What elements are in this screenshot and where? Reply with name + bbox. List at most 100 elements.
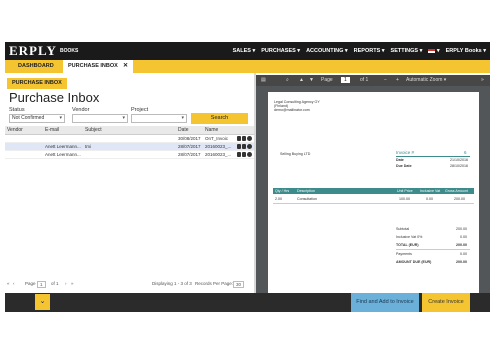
row-actions (237, 152, 252, 157)
next-page-button[interactable]: › (65, 281, 67, 286)
prev-page-icon[interactable]: ▲ (299, 77, 304, 83)
payments-value: 0.00 (460, 252, 467, 256)
line-unit-price: 100.00 (399, 197, 410, 201)
expand-chevron-icon[interactable]: ⌄ (35, 294, 50, 310)
close-tab-icon[interactable]: ✕ (123, 60, 128, 73)
line-gross: 200.00 (454, 197, 465, 201)
pdf-page-input[interactable]: 1 (341, 77, 350, 83)
info-icon[interactable] (247, 152, 252, 157)
vendor-select[interactable]: ▾ (72, 114, 128, 123)
row-actions (237, 144, 252, 149)
total-label: TOTAL (EUR) (396, 243, 419, 247)
erply-logo[interactable]: ERPLY (9, 44, 57, 58)
chevron-down-icon: ▾ (122, 115, 125, 121)
column-name[interactable]: Name (205, 126, 218, 135)
cell-name: 20160023_... (205, 152, 232, 157)
subtab-purchase-inbox[interactable]: PURCHASE INBOX (7, 78, 67, 89)
date-label: Date (396, 158, 404, 162)
search-icon[interactable]: ⌕ (286, 77, 289, 83)
table-row[interactable]: Anett Leermann... 28/07/2017 20160023_..… (5, 151, 254, 159)
download-icon[interactable] (237, 144, 241, 149)
cell-name: OnT_Invoic (205, 136, 229, 141)
zoom-in-icon[interactable]: + (396, 77, 399, 83)
grid-header: Vendor E-mail Subject Date Name (5, 126, 254, 135)
menu-reports[interactable]: REPORTS ▾ (354, 48, 385, 54)
last-page-button[interactable]: » (71, 281, 74, 286)
menu-purchases[interactable]: PURCHASES ▾ (261, 48, 300, 54)
invoice-table-header: Qty / Hrs Description Unit Price Inclusi… (273, 188, 474, 194)
trash-icon[interactable] (242, 136, 246, 141)
create-invoice-button[interactable]: Create Invoice (422, 293, 470, 312)
line-description: Consultation (297, 197, 317, 201)
col-inclusive-vat: Inclusive Vat (420, 189, 441, 193)
bottom-action-bar: ⌄ Find and Add to Invoice Create Invoice (5, 293, 490, 312)
invoice-number-label: Invoice # (396, 150, 415, 155)
column-subject[interactable]: Subject (85, 126, 102, 135)
find-and-add-to-invoice-button[interactable]: Find and Add to Invoice (351, 293, 419, 312)
cell-subject: tmi (85, 144, 91, 149)
language-selector[interactable]: ▾ (428, 48, 440, 54)
chevron-down-icon: ▾ (59, 115, 62, 121)
prev-page-button[interactable]: ‹ (13, 281, 15, 286)
trash-icon[interactable] (242, 144, 246, 149)
table-row[interactable]: 30/08/2017 OnT_Invoic (5, 135, 254, 143)
first-page-button[interactable]: « (7, 281, 10, 286)
cell-date: 28/07/2017 (178, 152, 201, 157)
app-window: ERPLY BOOKS SALES ▾ PURCHASES ▾ ACCOUNTI… (5, 42, 490, 312)
download-icon[interactable] (237, 152, 241, 157)
amount-due-value: 200.00 (456, 260, 467, 264)
language-caret: ▾ (436, 48, 440, 54)
menu-accounting[interactable]: ACCOUNTING ▾ (306, 48, 348, 54)
column-vendor[interactable]: Vendor (7, 126, 23, 135)
download-icon[interactable] (237, 136, 241, 141)
due-date-value: 28/10/2016 (450, 164, 468, 168)
col-qty: Qty / Hrs (275, 189, 290, 193)
invoice-number: 6 (464, 150, 467, 155)
status-select-value: Not Confirmed (12, 115, 45, 121)
pdf-toolbar: ▤ ⌕ ▲ ▼ Page 1 of 1 − + Automatic Zoom ▾… (256, 75, 490, 86)
pdf-page-of: of 1 (360, 77, 369, 83)
more-tools-icon[interactable]: » (481, 77, 484, 83)
page-number-input[interactable]: 1 (37, 281, 46, 288)
col-gross-amount: Gross Amount (445, 189, 468, 193)
status-select[interactable]: Not Confirmed ▾ (9, 114, 65, 123)
sidebar-toggle-icon[interactable]: ▤ (261, 77, 266, 83)
info-icon[interactable] (247, 144, 252, 149)
account-menu[interactable]: ERPLY Books ▾ (446, 48, 486, 54)
project-select[interactable]: ▾ (131, 114, 187, 123)
cell-email: Anett Leermann... (45, 144, 81, 149)
zoom-out-icon[interactable]: − (384, 77, 387, 83)
column-date[interactable]: Date (178, 126, 189, 135)
records-per-page-select[interactable]: 30 (233, 281, 245, 288)
line-qty: 2.00 (275, 197, 282, 201)
cell-name: 20160023_... (205, 144, 232, 149)
vat-label: Inclusive Vat 0% (396, 235, 423, 239)
cell-date: 30/08/2017 (178, 136, 201, 141)
vat-value: 0.00 (460, 235, 467, 239)
total-value: 200.00 (456, 243, 467, 247)
displaying-text: Displaying 1 - 3 of 3 (152, 281, 192, 286)
line-vat: 0.00 (426, 197, 433, 201)
search-button[interactable]: Search (191, 113, 248, 124)
top-navigation-bar: ERPLY BOOKS SALES ▾ PURCHASES ▾ ACCOUNTI… (5, 42, 490, 60)
tab-purchase-inbox[interactable]: PURCHASE INBOX ✕ (63, 60, 133, 73)
col-unit-price: Unit Price (397, 189, 413, 193)
table-row[interactable]: Anett Leermann... tmi 28/07/2017 2016002… (5, 143, 254, 151)
amount-due-label: AMOUNT DUE (EUR) (396, 260, 432, 264)
cell-email: Anett Leermann... (45, 152, 81, 157)
chevron-down-icon: ▾ (181, 115, 184, 121)
tab-bar: DASHBOARD PURCHASE INBOX ✕ (5, 60, 490, 73)
status-label: Status (9, 107, 25, 113)
column-email[interactable]: E-mail (45, 126, 59, 135)
trash-icon[interactable] (242, 152, 246, 157)
tab-dashboard[interactable]: DASHBOARD (13, 60, 59, 73)
page-label: Page (25, 281, 36, 286)
info-icon[interactable] (247, 136, 252, 141)
menu-sales[interactable]: SALES ▾ (233, 48, 256, 54)
menu-settings[interactable]: SETTINGS ▾ (391, 48, 423, 54)
zoom-select[interactable]: Automatic Zoom ▾ (406, 77, 446, 83)
logo-subtitle: BOOKS (60, 48, 79, 54)
cell-date: 28/07/2017 (178, 144, 201, 149)
payments-label: Payments (396, 252, 412, 256)
next-page-icon[interactable]: ▼ (309, 77, 314, 83)
